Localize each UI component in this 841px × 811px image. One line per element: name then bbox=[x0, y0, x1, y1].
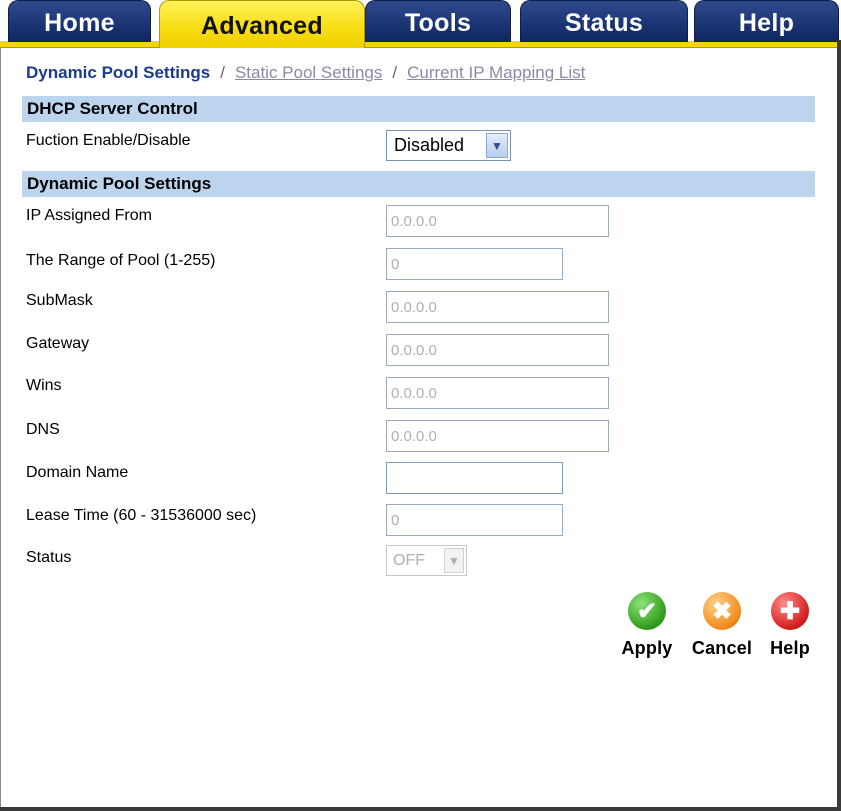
window-edge-bottom bbox=[0, 807, 841, 811]
wins-input[interactable] bbox=[386, 377, 609, 409]
breadcrumb-link-ip-mapping[interactable]: Current IP Mapping List bbox=[407, 63, 585, 82]
ip-from-input[interactable] bbox=[386, 205, 609, 237]
tab-bar-underline bbox=[0, 41, 841, 48]
help-button[interactable]: ✚ Help bbox=[765, 592, 815, 659]
lease-time-label: Lease Time (60 - 31536000 sec) bbox=[26, 507, 257, 524]
breadcrumb-link-static-pool[interactable]: Static Pool Settings bbox=[235, 63, 382, 82]
tab-status-label: Status bbox=[564, 9, 644, 37]
range-label: The Range of Pool (1-255) bbox=[26, 252, 216, 269]
section-header-dynamic-pool: Dynamic Pool Settings bbox=[22, 171, 815, 197]
tab-tools-label: Tools bbox=[404, 9, 472, 37]
tab-bar: Home Advanced Tools Status Help bbox=[0, 0, 841, 48]
dns-label: DNS bbox=[26, 421, 60, 438]
checkmark-icon: ✔ bbox=[628, 592, 666, 630]
help-label: Help bbox=[770, 638, 810, 658]
breadcrumb-current: Dynamic Pool Settings bbox=[26, 63, 211, 82]
domain-name-label: Domain Name bbox=[26, 464, 129, 481]
tab-advanced[interactable]: Advanced bbox=[159, 0, 365, 48]
status-label: Status bbox=[26, 549, 72, 566]
function-select-value: Disabled bbox=[394, 135, 465, 155]
gateway-label: Gateway bbox=[26, 335, 90, 352]
cancel-button[interactable]: ✖ Cancel bbox=[687, 592, 757, 659]
chevron-down-icon[interactable]: ▼ bbox=[444, 548, 464, 573]
tab-home-label: Home bbox=[44, 9, 115, 37]
lease-time-input[interactable] bbox=[386, 504, 563, 536]
ip-from-label: IP Assigned From bbox=[26, 207, 152, 224]
chevron-down-icon[interactable]: ▼ bbox=[486, 133, 508, 158]
plus-icon: ✚ bbox=[771, 592, 809, 630]
status-select[interactable]: OFF ▼ bbox=[386, 545, 467, 576]
function-label: Fuction Enable/Disable bbox=[26, 132, 191, 149]
tab-help[interactable]: Help bbox=[694, 0, 839, 42]
breadcrumb: Dynamic Pool Settings / Static Pool Settin… bbox=[26, 63, 585, 83]
status-select-value: OFF bbox=[393, 551, 425, 569]
function-select[interactable]: Disabled ▼ bbox=[386, 130, 511, 161]
gateway-input[interactable] bbox=[386, 334, 609, 366]
submask-label: SubMask bbox=[26, 292, 93, 309]
apply-button[interactable]: ✔ Apply bbox=[617, 592, 677, 659]
close-icon: ✖ bbox=[703, 592, 741, 630]
breadcrumb-separator: / bbox=[392, 63, 398, 82]
tab-help-label: Help bbox=[738, 9, 795, 37]
domain-name-input[interactable] bbox=[386, 462, 563, 494]
tab-home[interactable]: Home bbox=[8, 0, 151, 42]
window-edge-right bbox=[837, 40, 841, 811]
tab-advanced-label: Advanced bbox=[201, 12, 323, 40]
dns-input[interactable] bbox=[386, 420, 609, 452]
range-input[interactable] bbox=[386, 248, 563, 280]
tab-tools[interactable]: Tools bbox=[365, 0, 511, 42]
submask-input[interactable] bbox=[386, 291, 609, 323]
apply-label: Apply bbox=[621, 638, 673, 658]
cancel-label: Cancel bbox=[691, 638, 753, 658]
tab-status[interactable]: Status bbox=[520, 0, 688, 42]
section-header-dhcp: DHCP Server Control bbox=[22, 96, 815, 122]
breadcrumb-separator: / bbox=[220, 63, 225, 82]
wins-label: Wins bbox=[26, 377, 62, 394]
